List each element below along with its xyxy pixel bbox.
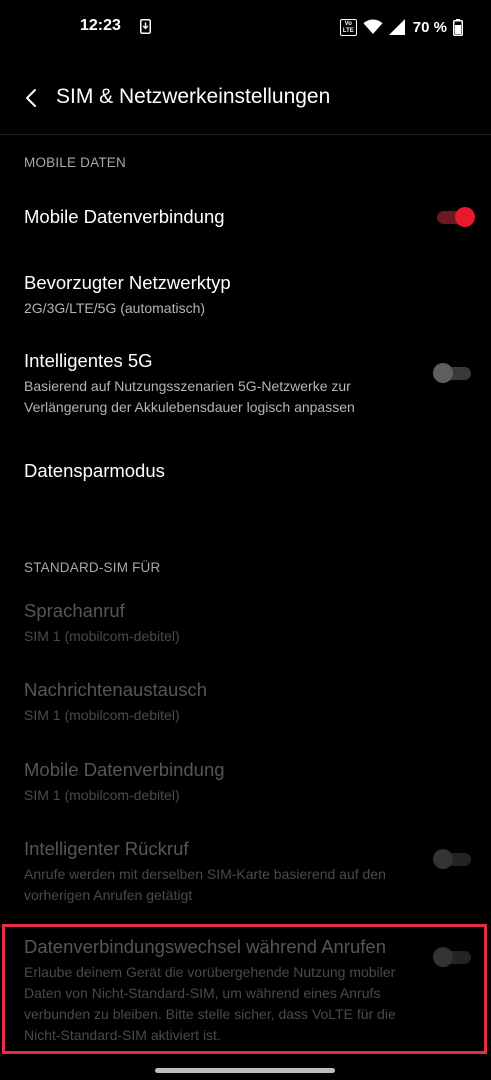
toggle-thumb xyxy=(455,207,475,227)
status-icons: Vo LTE 70 % xyxy=(339,16,463,38)
volte-icon: Vo LTE xyxy=(339,18,357,36)
status-time: 12:23 xyxy=(80,17,121,34)
setting-subtitle: SIM 1 (mobilcom-debitel) xyxy=(24,628,180,644)
setting-smart-callback[interactable]: Intelligenter Rückruf Anrufe werden mit … xyxy=(0,828,491,914)
section-header-default-sim: STANDARD-SIM FÜR xyxy=(24,560,161,575)
app-bar: SIM & Netzwerkeinstellungen xyxy=(0,70,491,126)
setting-subtitle: Anrufe werden mit derselben SIM-Karte ba… xyxy=(24,866,386,903)
data-switch-toggle[interactable] xyxy=(433,946,475,968)
setting-title: Nachrichtenaustausch xyxy=(24,679,208,700)
setting-smart-5g[interactable]: Intelligentes 5G Basierend auf Nutzungss… xyxy=(0,338,491,428)
toggle-thumb xyxy=(433,947,453,967)
setting-subtitle: SIM 1 (mobilcom-debitel) xyxy=(24,787,180,803)
setting-title: Datenverbindungswechsel während Anrufen xyxy=(24,936,387,957)
header-divider xyxy=(0,134,491,135)
setting-title: Sprachanruf xyxy=(24,600,125,621)
page-title: SIM & Netzwerkeinstellungen xyxy=(56,85,331,108)
setting-title: Mobile Datenverbindung xyxy=(24,759,225,780)
battery-icon xyxy=(453,18,463,36)
mobile-data-toggle[interactable] xyxy=(433,206,475,228)
battery-percent: 70 % xyxy=(412,18,447,36)
toggle-thumb xyxy=(433,849,453,869)
setting-data-saver[interactable]: Datensparmodus xyxy=(0,444,491,500)
smart-5g-toggle[interactable] xyxy=(433,362,475,384)
setting-mobile-data-connection[interactable]: Mobile Datenverbindung xyxy=(0,186,491,248)
smart-callback-toggle[interactable] xyxy=(433,848,475,870)
gesture-nav-handle[interactable] xyxy=(155,1068,335,1073)
setting-messaging[interactable]: Nachrichtenaustausch SIM 1 (mobilcom-deb… xyxy=(0,669,491,739)
setting-voice-call[interactable]: Sprachanruf SIM 1 (mobilcom-debitel) xyxy=(0,590,491,660)
setting-title: Bevorzugter Netzwerktyp xyxy=(24,272,231,293)
setting-subtitle: Basierend auf Nutzungsszenarien 5G-Netzw… xyxy=(24,378,355,415)
cellular-signal-icon xyxy=(388,19,405,35)
back-arrow-icon[interactable] xyxy=(18,84,46,112)
setting-title: Intelligenter Rückruf xyxy=(24,838,189,859)
setting-subtitle: 2G/3G/LTE/5G (automatisch) xyxy=(24,300,206,316)
setting-title: Intelligentes 5G xyxy=(24,350,153,371)
setting-default-mobile-data[interactable]: Mobile Datenverbindung SIM 1 (mobilcom-d… xyxy=(0,749,491,819)
setting-preferred-network-type[interactable]: Bevorzugter Netzwerktyp 2G/3G/LTE/5G (au… xyxy=(0,258,491,328)
setting-title: Datensparmodus xyxy=(24,460,165,481)
status-bar: 12:23 Vo LTE 70 % xyxy=(0,0,491,56)
setting-data-switch-during-calls[interactable]: Datenverbindungswechsel während Anrufen … xyxy=(0,926,491,1052)
download-icon xyxy=(140,19,151,34)
setting-subtitle: Erlaube deinem Gerät die vorübergehende … xyxy=(24,964,396,1043)
setting-title: Mobile Datenverbindung xyxy=(24,206,225,227)
wifi-icon xyxy=(363,19,383,34)
setting-subtitle: SIM 1 (mobilcom-debitel) xyxy=(24,707,180,723)
section-header-mobile-data: MOBILE DATEN xyxy=(24,155,126,170)
toggle-thumb xyxy=(433,363,453,383)
